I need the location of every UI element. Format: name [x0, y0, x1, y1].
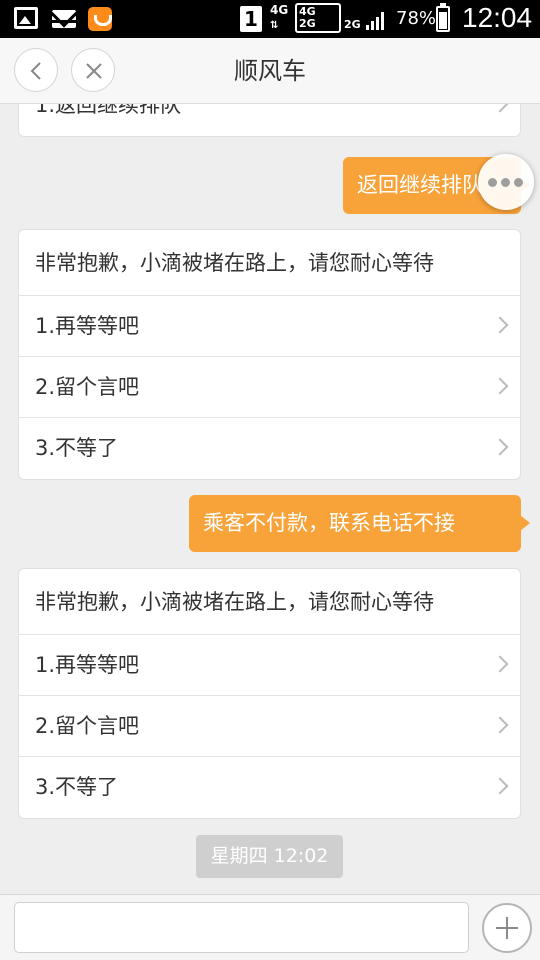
option-label: 1.再等等吧: [35, 314, 140, 338]
chevron-right-icon: [491, 716, 509, 734]
option-item[interactable]: 2.留个言吧: [19, 357, 520, 418]
chat-area: 1.返回继续排队 返回继续排队 非常抱歉，小滴被堵在路上，请您耐心等待 1.再等…: [0, 104, 540, 894]
card-title: 非常抱歉，小滴被堵在路上，请您耐心等待: [19, 230, 520, 296]
option-item[interactable]: 3.不等了: [19, 757, 520, 818]
close-icon: [86, 63, 102, 79]
chevron-right-icon: [491, 377, 509, 395]
more-options-button[interactable]: [478, 154, 534, 210]
option-label: 3.不等了: [35, 775, 119, 799]
option-label: 1.再等等吧: [35, 653, 140, 677]
sent-message-bubble: 乘客不付款，联系电话不接: [189, 495, 530, 552]
back-button[interactable]: [14, 48, 58, 92]
card-title: 非常抱歉，小滴被堵在路上，请您耐心等待: [19, 569, 520, 635]
close-button[interactable]: [71, 48, 115, 92]
add-attachment-button[interactable]: [482, 903, 532, 953]
chevron-right-icon: [491, 104, 509, 113]
didi-app-icon: [88, 7, 112, 31]
status-bar: 1 4G ⇅ 4G 2G 2G 78% 12:04: [0, 0, 540, 38]
chevron-right-icon: [491, 777, 509, 795]
message-text: 乘客不付款，联系电话不接: [203, 511, 455, 535]
bot-reply-card: 非常抱歉，小滴被堵在路上，请您耐心等待 1.再等等吧 2.留个言吧 3.不等了: [18, 229, 521, 480]
network-2g-label: 2G: [344, 18, 361, 31]
battery-icon: [436, 3, 450, 32]
input-bar: [0, 894, 540, 960]
previous-options-card: 1.返回继续排队: [18, 104, 521, 137]
chevron-left-icon: [30, 62, 41, 80]
battery-percent: 78%: [396, 8, 437, 29]
dual-network-icon: 4G 2G: [295, 3, 341, 33]
message-text: 返回继续排队: [357, 173, 483, 197]
sim-card-icon: 1: [240, 6, 262, 32]
option-label: 2.留个言吧: [35, 714, 140, 738]
gallery-icon: [14, 7, 38, 29]
option-item[interactable]: 1.再等等吧: [19, 635, 520, 696]
bot-reply-card: 非常抱歉，小滴被堵在路上，请您耐心等待 1.再等等吧 2.留个言吧 3.不等了: [18, 568, 521, 819]
network-4g-icon: 4G ⇅: [270, 3, 289, 31]
option-item[interactable]: 1.返回继续排队: [19, 104, 520, 136]
chevron-right-icon: [491, 316, 509, 334]
signal-icon: [366, 12, 388, 30]
option-label: 1.返回继续排队: [35, 104, 182, 117]
message-timestamp: 星期四 12:02: [196, 835, 343, 878]
chevron-right-icon: [491, 655, 509, 673]
option-item[interactable]: 3.不等了: [19, 418, 520, 479]
mail-icon: [52, 10, 76, 28]
chevron-right-icon: [491, 438, 509, 456]
network-label: 4G: [270, 3, 289, 17]
option-item[interactable]: 1.再等等吧: [19, 296, 520, 357]
option-label: 2.留个言吧: [35, 375, 140, 399]
option-item[interactable]: 2.留个言吧: [19, 696, 520, 757]
option-label: 3.不等了: [35, 436, 119, 460]
clock: 12:04: [462, 2, 533, 33]
app-header: 顺风车: [0, 38, 540, 104]
message-input[interactable]: [14, 902, 469, 953]
network-label-bottom: 2G: [299, 17, 316, 30]
